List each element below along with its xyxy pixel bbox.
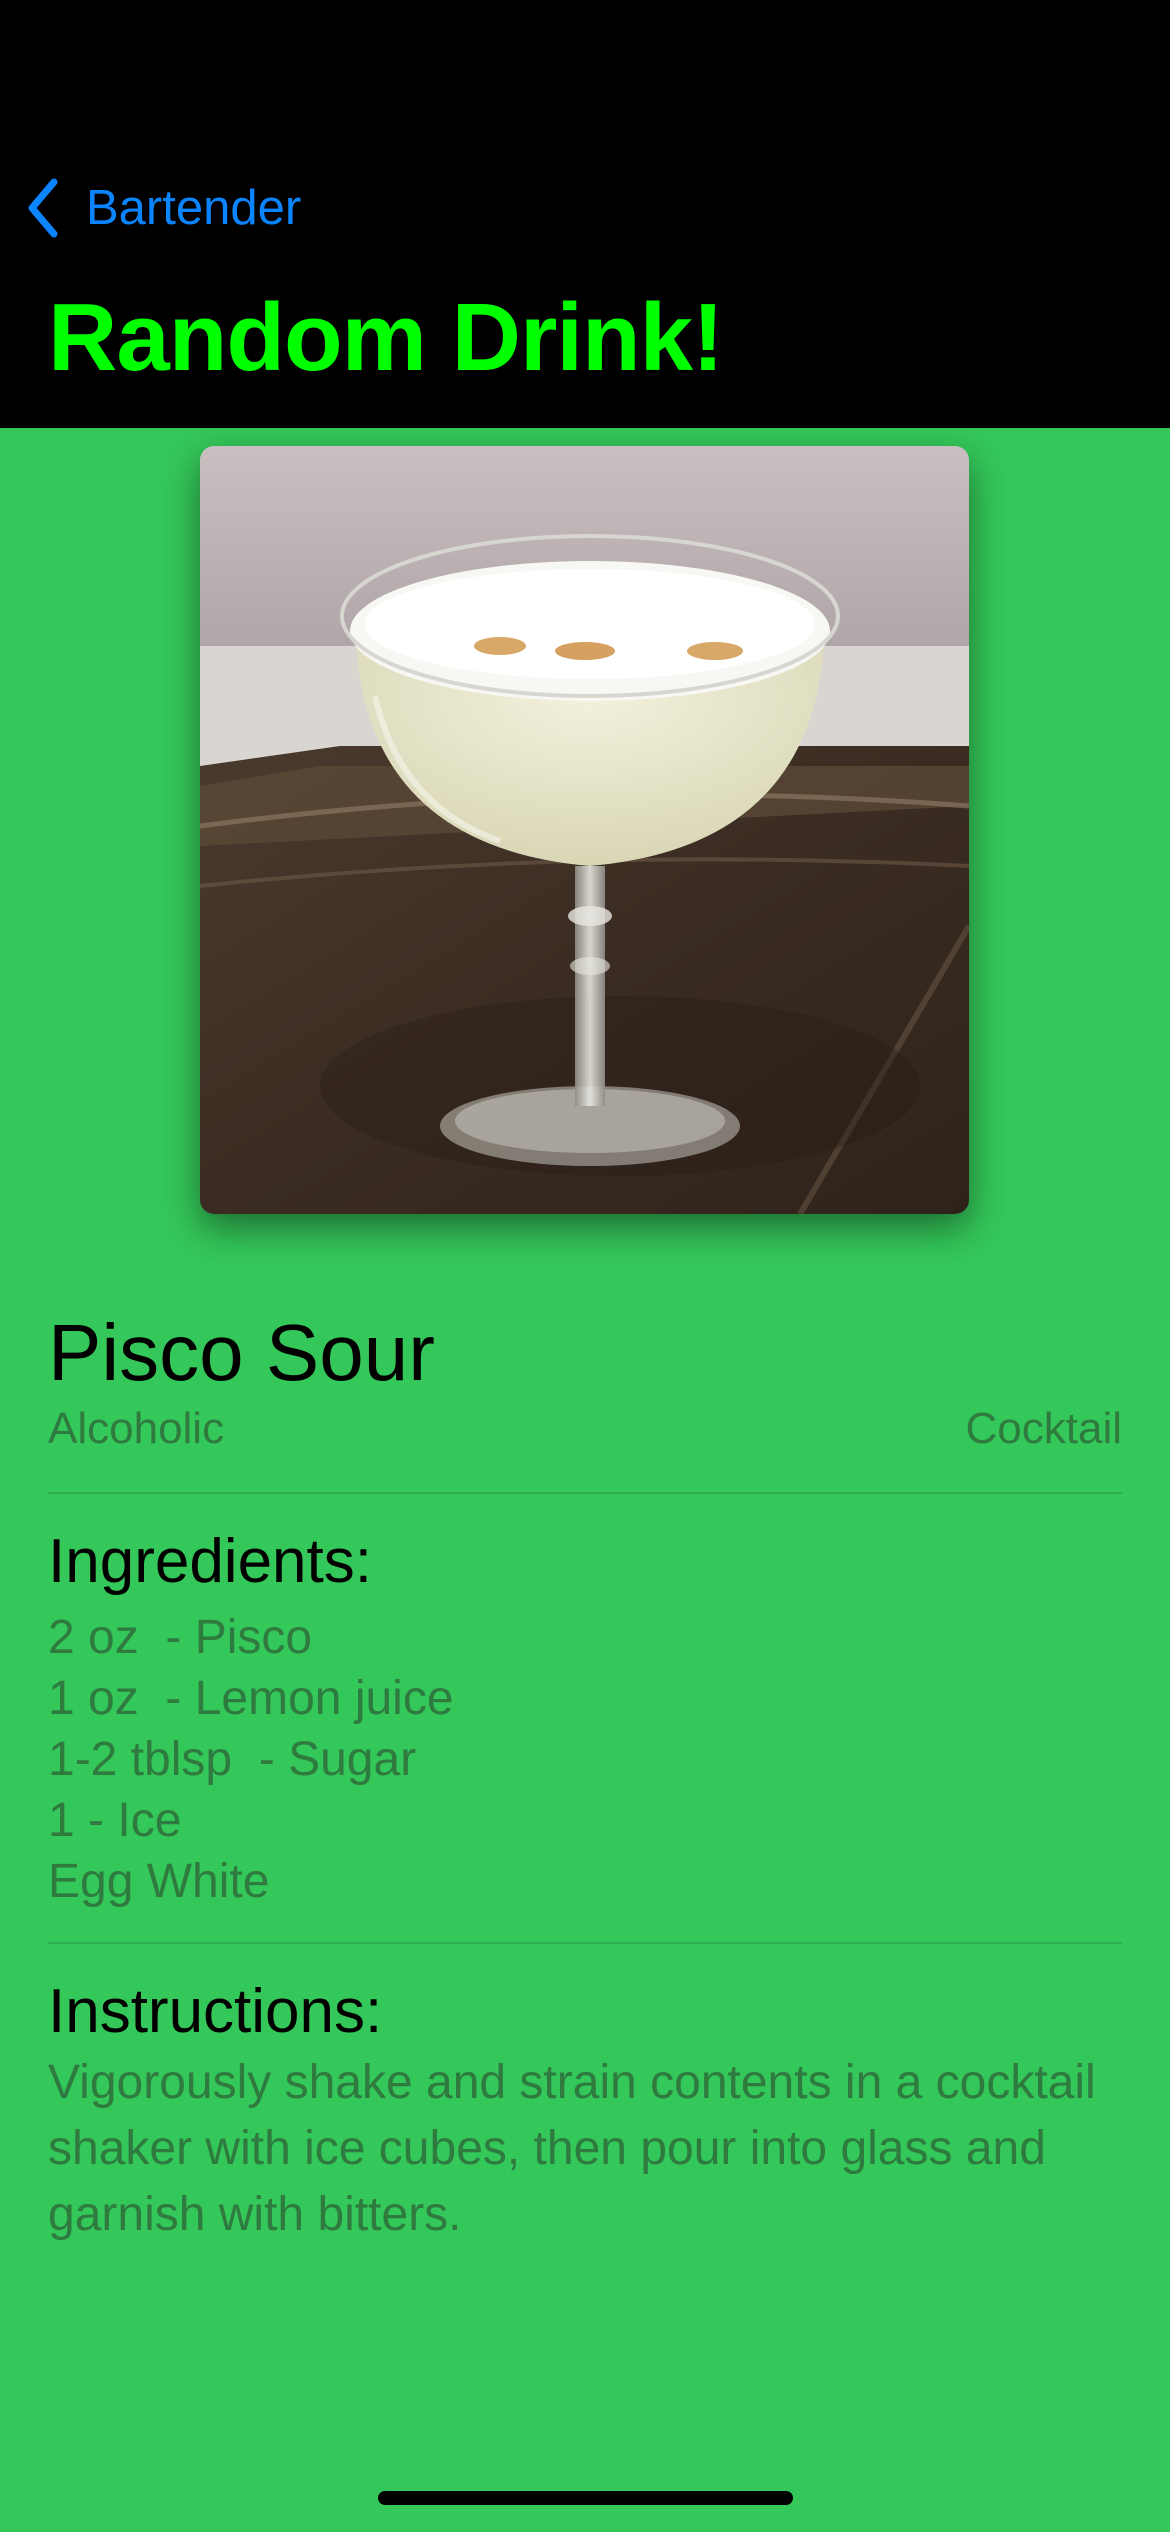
ingredient-item: 1 - Ice: [48, 1794, 182, 1847]
instructions-title: Instructions:: [48, 1977, 383, 2046]
divider: [48, 1942, 1122, 1944]
ingredient-item: 1-2 tblsp - Sugar: [48, 1733, 417, 1786]
drink-photo: [200, 446, 969, 1214]
back-button-label: Bartender: [86, 180, 302, 235]
ingredient-item: 1 oz - Lemon juice: [48, 1672, 454, 1725]
chevron-left-icon: [28, 178, 58, 238]
navigation-bar: Bartender Random Drink!: [0, 0, 1170, 428]
ingredient-item: Egg White: [48, 1855, 270, 1908]
back-button[interactable]: Bartender: [24, 172, 301, 244]
ingredient-list: 2 oz - Pisco 1 oz - Lemon juice 1-2 tbls…: [48, 1607, 454, 1912]
instructions-text: Vigorously shake and strain contents in …: [48, 2056, 1096, 2241]
category-label: Cocktail: [965, 1404, 1123, 1453]
home-indicator[interactable]: [378, 2491, 793, 2505]
divider: [48, 1492, 1122, 1494]
page-title: Random Drink!: [48, 284, 724, 391]
drink-name: Pisco Sour: [48, 1308, 435, 1397]
ingredient-item: 2 oz - Pisco: [48, 1611, 313, 1664]
ingredients-title: Ingredients:: [48, 1527, 372, 1596]
alcoholic-label: Alcoholic: [48, 1404, 225, 1453]
